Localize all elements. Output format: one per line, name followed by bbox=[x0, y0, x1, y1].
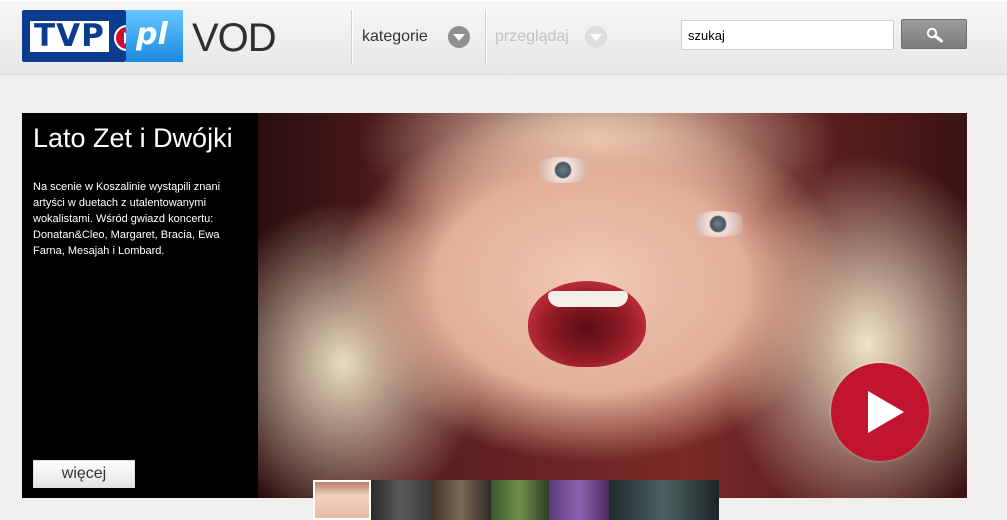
nav-divider-middle bbox=[485, 10, 486, 64]
featured-hero[interactable]: Lato Zet i Dwójki Na scenie w Koszalinie… bbox=[22, 113, 967, 498]
chevron-down-icon bbox=[448, 26, 470, 48]
thumbnail-item[interactable] bbox=[371, 480, 431, 520]
thumbnail-item[interactable] bbox=[313, 480, 371, 520]
logo-pl-text: pl bbox=[136, 17, 168, 52]
thumbnail-strip[interactable] bbox=[313, 480, 719, 520]
thumbnail-item[interactable] bbox=[549, 480, 609, 520]
thumbnail-item[interactable] bbox=[491, 480, 549, 520]
magnifier-icon bbox=[926, 27, 943, 43]
image-detail bbox=[683, 211, 753, 237]
nav-kategorie-label: kategorie bbox=[362, 28, 428, 45]
logo-tvp-text: TVP bbox=[30, 21, 109, 52]
thumbnail-item[interactable] bbox=[609, 480, 719, 520]
chevron-down-icon bbox=[585, 26, 607, 48]
tvp-vod-logo[interactable]: TVP pl VOD bbox=[22, 10, 277, 62]
nav-kategorie[interactable]: kategorie bbox=[362, 26, 472, 48]
hero-description: Na scenie w Koszalinie wystąpili znani a… bbox=[33, 181, 221, 257]
image-detail bbox=[548, 291, 628, 307]
search-button[interactable] bbox=[901, 19, 967, 49]
image-detail bbox=[528, 157, 598, 183]
more-button[interactable]: więcej bbox=[33, 460, 135, 488]
thumbnail-item[interactable] bbox=[431, 480, 491, 520]
hero-title: Lato Zet i Dwójki bbox=[33, 123, 233, 153]
search-input[interactable] bbox=[681, 20, 894, 50]
logo-vod-text: VOD bbox=[192, 16, 277, 60]
top-header: TVP pl VOD kategorie przeglądaj bbox=[0, 0, 1007, 75]
logo-pl-block: pl bbox=[126, 10, 183, 62]
nav-divider-left bbox=[351, 10, 352, 64]
nav-przegladaj-label: przeglądaj bbox=[495, 28, 569, 45]
play-icon[interactable] bbox=[831, 363, 929, 461]
nav-przegladaj[interactable]: przeglądaj bbox=[495, 26, 608, 48]
